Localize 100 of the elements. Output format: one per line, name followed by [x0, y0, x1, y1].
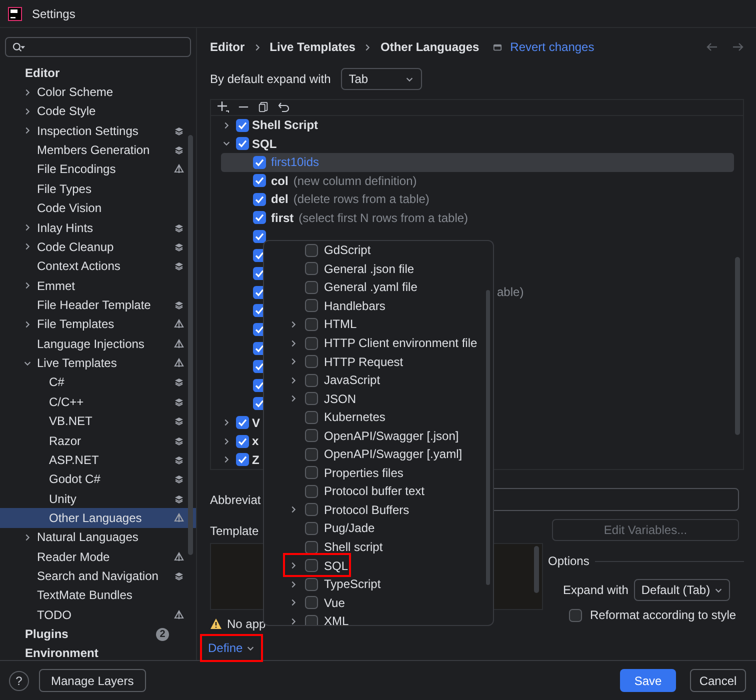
checkbox[interactable] — [253, 192, 266, 206]
context-item[interactable]: Properties files — [264, 464, 493, 482]
context-item[interactable]: Kubernetes — [264, 408, 493, 426]
checkbox[interactable] — [305, 318, 318, 331]
sidebar-item[interactable]: Code Vision — [0, 198, 196, 218]
chevron-right-icon[interactable] — [222, 455, 231, 464]
chevron-right-icon[interactable] — [23, 126, 32, 136]
chevron-right-icon[interactable] — [289, 505, 298, 514]
sidebar-item[interactable]: Color Scheme — [0, 82, 196, 102]
chevron-right-icon[interactable] — [289, 580, 298, 589]
sidebar-item[interactable]: Natural Languages — [0, 528, 196, 547]
chevron-right-icon[interactable] — [23, 106, 32, 116]
checkbox[interactable] — [253, 230, 266, 244]
context-item[interactable]: General .json file — [264, 260, 493, 278]
checkbox[interactable] — [305, 374, 318, 387]
context-item[interactable]: JSON — [264, 389, 493, 408]
sidebar-item[interactable]: Code Style — [0, 102, 196, 122]
checkbox[interactable] — [305, 596, 318, 610]
chevron-right-icon[interactable] — [289, 616, 298, 625]
template-row[interactable]: col (new column definition) — [221, 172, 734, 190]
copy-icon[interactable] — [258, 101, 269, 114]
template-row[interactable]: del (delete rows from a table) — [221, 190, 734, 209]
context-item[interactable]: Protocol Buffers — [264, 500, 493, 520]
scrollbar[interactable] — [486, 290, 490, 585]
sidebar-item[interactable]: VB.NET — [0, 411, 196, 431]
checkbox[interactable] — [305, 503, 318, 516]
sidebar-item[interactable]: Context Actions — [0, 256, 196, 276]
checkbox[interactable] — [305, 522, 318, 535]
chevron-right-icon[interactable] — [289, 376, 298, 385]
chevron-right-icon[interactable] — [222, 436, 231, 446]
sidebar-item[interactable]: Reader Mode — [0, 546, 196, 566]
chevron-right-icon[interactable] — [289, 394, 298, 404]
chevron-right-icon[interactable] — [289, 320, 298, 329]
search-field[interactable] — [5, 37, 191, 57]
chevron-right-icon[interactable] — [23, 281, 32, 290]
checkbox[interactable] — [305, 262, 318, 276]
context-item[interactable]: HTML — [264, 315, 493, 334]
sidebar-item[interactable]: Members Generation — [0, 140, 196, 160]
sidebar-item[interactable]: Inlay Hints — [0, 218, 196, 238]
sidebar-item[interactable]: ASP.NET — [0, 450, 196, 470]
checkbox[interactable] — [305, 392, 318, 406]
breadcrumb-item[interactable]: Live Templates — [270, 38, 356, 56]
back-arrow-icon[interactable] — [706, 42, 718, 52]
revert-link[interactable]: Revert changes — [510, 38, 594, 56]
sidebar-item[interactable]: Razor — [0, 430, 196, 450]
sidebar-item[interactable]: Search and Navigation — [0, 566, 196, 586]
breadcrumb-item[interactable]: Other Languages — [380, 38, 480, 56]
expand-dropdown[interactable]: Tab — [340, 68, 422, 90]
sidebar-item[interactable]: Inspection Settings — [0, 121, 196, 140]
expand-with-dropdown[interactable]: Default (Tab) — [634, 579, 730, 601]
template-group-label[interactable]: Shell Script — [252, 116, 318, 134]
checkbox[interactable] — [305, 410, 318, 424]
checkbox[interactable] — [305, 540, 318, 554]
context-item[interactable]: General .yaml file — [264, 278, 493, 297]
chevron-right-icon[interactable] — [289, 598, 298, 608]
sidebar-item[interactable]: C# — [0, 372, 196, 392]
chevron-right-icon[interactable] — [23, 532, 32, 542]
cancel-button[interactable]: Cancel — [690, 669, 746, 692]
context-item[interactable]: XML — [264, 612, 493, 625]
checkbox[interactable] — [253, 156, 266, 169]
template-group-label[interactable]: x — [252, 432, 259, 450]
checkbox[interactable] — [305, 578, 318, 591]
sidebar-item[interactable]: C/C++ — [0, 392, 196, 412]
chevron-right-icon[interactable] — [23, 88, 32, 97]
chevron-right-icon[interactable] — [289, 338, 298, 348]
context-item[interactable]: Protocol buffer text — [264, 482, 493, 501]
sidebar-item[interactable]: File Templates — [0, 314, 196, 334]
context-item[interactable]: JavaScript — [264, 370, 493, 390]
checkbox[interactable] — [236, 453, 249, 466]
sidebar-section[interactable]: Plugins 2 — [0, 624, 196, 644]
checkbox[interactable] — [305, 355, 318, 368]
checkbox[interactable] — [236, 137, 249, 150]
checkbox[interactable] — [236, 434, 249, 448]
template-group-label[interactable]: SQL — [252, 134, 277, 153]
context-item[interactable]: OpenAPI/Swagger [.json] — [264, 426, 493, 446]
context-item[interactable]: OpenAPI/Swagger [.yaml] — [264, 445, 493, 464]
context-item[interactable]: Shell script — [264, 538, 493, 556]
checkbox[interactable] — [305, 244, 318, 257]
context-item[interactable]: TypeScript — [264, 574, 493, 594]
checkbox[interactable] — [236, 416, 249, 430]
scrollbar[interactable] — [735, 257, 740, 435]
checkbox[interactable] — [305, 484, 318, 498]
context-item[interactable]: Pug/Jade — [264, 519, 493, 538]
template-group-label[interactable]: Z — [252, 450, 260, 469]
context-item[interactable]: GdScript — [264, 241, 493, 260]
sidebar-item[interactable]: Unity — [0, 488, 196, 508]
checkbox[interactable] — [253, 174, 266, 188]
save-button[interactable]: Save — [620, 669, 676, 692]
chevron-right-icon[interactable] — [23, 223, 32, 232]
chevron-right-icon[interactable] — [222, 418, 231, 428]
chevron-right-icon[interactable] — [23, 320, 32, 329]
sidebar-item[interactable]: Other Languages — [0, 508, 196, 528]
sidebar-item[interactable]: File Types — [0, 179, 196, 199]
checkbox[interactable] — [305, 429, 318, 442]
context-item[interactable]: HTTP Request — [264, 352, 493, 371]
sidebar-item[interactable]: File Header Template — [0, 295, 196, 315]
template-group-label[interactable]: V — [252, 414, 260, 432]
help-button[interactable]: ? — [9, 670, 29, 690]
checkbox[interactable] — [305, 466, 318, 480]
checkbox[interactable] — [305, 299, 318, 312]
